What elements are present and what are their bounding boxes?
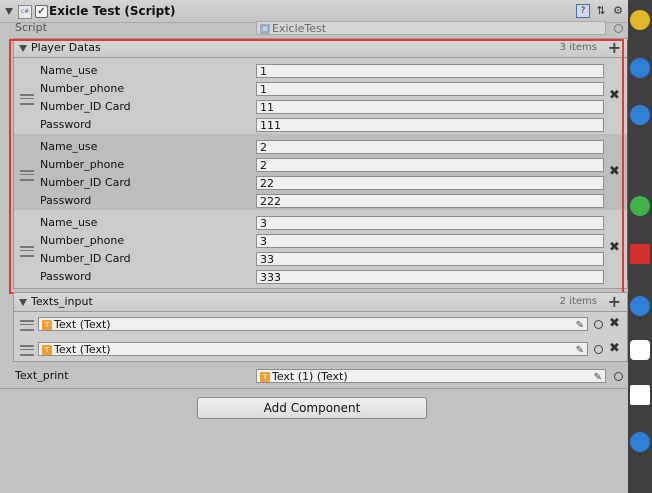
side-icon (630, 196, 650, 216)
text-component-icon: T (260, 372, 270, 382)
script-icon: c# (18, 5, 32, 19)
side-icon (630, 340, 650, 360)
inspector-panel: c# ✓ Exicle Test (Script) ? ⇅ ⚙ Script ≡… (0, 0, 628, 493)
password-field[interactable]: 111 (256, 118, 604, 132)
side-panel-strip (628, 0, 652, 493)
player-datas-title: Player Datas (31, 41, 101, 54)
plus-icon[interactable]: + (608, 292, 621, 311)
name-use-field[interactable]: 1 (256, 64, 604, 78)
number-id-card-field[interactable]: 22 (256, 176, 604, 190)
number-phone-label: Number_phone (40, 82, 125, 95)
side-icon (630, 432, 650, 452)
text-object-field[interactable]: T Text (Text) ✎ (38, 342, 588, 356)
number-id-card-label: Number_ID Card (40, 176, 131, 189)
text-component-icon: T (42, 320, 52, 330)
object-picker-icon[interactable] (594, 320, 603, 329)
number-phone-label: Number_phone (40, 158, 125, 171)
number-id-card-label: Number_ID Card (40, 252, 131, 265)
text-print-field[interactable]: T Text (1) (Text) ✎ (256, 369, 606, 383)
player-datas-header[interactable]: Player Datas 3 items + (13, 38, 628, 58)
object-picker-icon[interactable] (614, 24, 623, 33)
name-use-field[interactable]: 3 (256, 216, 604, 230)
text-print-label: Text_print (15, 369, 69, 382)
text-component-icon: T (42, 345, 52, 355)
close-icon[interactable]: ✖ (609, 240, 620, 255)
drag-handle-icon[interactable] (20, 170, 34, 181)
number-id-card-label: Number_ID Card (40, 100, 131, 113)
foldout-arrow-icon[interactable] (19, 299, 27, 306)
book-icon[interactable]: ? (576, 4, 590, 18)
name-use-label: Name_use (40, 64, 98, 77)
plus-icon[interactable]: + (608, 38, 621, 57)
component-header[interactable]: c# ✓ Exicle Test (Script) ? ⇅ ⚙ (0, 0, 628, 23)
password-field[interactable]: 222 (256, 194, 604, 208)
script-file-icon: ≡ (260, 24, 270, 34)
password-field[interactable]: 333 (256, 270, 604, 284)
side-icon (630, 244, 650, 264)
number-phone-field[interactable]: 3 (256, 234, 604, 248)
pencil-icon[interactable]: ✎ (594, 371, 602, 382)
name-use-field[interactable]: 2 (256, 140, 604, 154)
add-component-button[interactable]: Add Component (197, 397, 427, 419)
password-label: Password (40, 194, 92, 207)
script-field: ≡ ExicleTest (256, 21, 606, 35)
pencil-icon[interactable]: ✎ (576, 344, 584, 355)
text-object-value: Text (Text) (54, 343, 111, 356)
layout-icon[interactable]: ⇅ (594, 4, 608, 18)
drag-handle-icon[interactable] (20, 320, 34, 331)
script-label: Script (15, 21, 47, 34)
close-icon[interactable]: ✖ (609, 164, 620, 179)
player-datas-count: 3 items (559, 42, 597, 53)
number-phone-field[interactable]: 1 (256, 82, 604, 96)
text-print-value: Text (1) (Text) (272, 370, 348, 383)
drag-handle-icon[interactable] (20, 246, 34, 257)
foldout-arrow-icon[interactable] (19, 45, 27, 52)
component-title: Exicle Test (Script) (49, 4, 176, 18)
number-phone-field[interactable]: 2 (256, 158, 604, 172)
script-value: ExicleTest (272, 22, 327, 35)
texts-input-header[interactable]: Texts_input 2 items + (13, 292, 628, 312)
enabled-checkbox[interactable]: ✓ (35, 5, 48, 18)
texts-input-title: Texts_input (31, 295, 93, 308)
foldout-arrow-icon[interactable] (5, 8, 13, 15)
side-icon (630, 105, 650, 125)
side-icon (630, 58, 650, 78)
gear-icon[interactable]: ⚙ (611, 4, 625, 18)
name-use-label: Name_use (40, 140, 98, 153)
drag-handle-icon[interactable] (20, 94, 34, 105)
side-icon (630, 385, 650, 405)
close-icon[interactable]: ✖ (609, 341, 620, 356)
drag-handle-icon[interactable] (20, 345, 34, 356)
number-id-card-field[interactable]: 33 (256, 252, 604, 266)
side-icon (630, 296, 650, 316)
text-object-value: Text (Text) (54, 318, 111, 331)
texts-input-count: 2 items (559, 296, 597, 307)
pencil-icon[interactable]: ✎ (576, 319, 584, 330)
password-label: Password (40, 270, 92, 283)
divider (0, 388, 628, 389)
text-object-field[interactable]: T Text (Text) ✎ (38, 317, 588, 331)
password-label: Password (40, 118, 92, 131)
side-icon (630, 10, 650, 30)
number-phone-label: Number_phone (40, 234, 125, 247)
close-icon[interactable]: ✖ (609, 88, 620, 103)
object-picker-icon[interactable] (614, 372, 623, 381)
name-use-label: Name_use (40, 216, 98, 229)
object-picker-icon[interactable] (594, 345, 603, 354)
close-icon[interactable]: ✖ (609, 316, 620, 331)
number-id-card-field[interactable]: 11 (256, 100, 604, 114)
